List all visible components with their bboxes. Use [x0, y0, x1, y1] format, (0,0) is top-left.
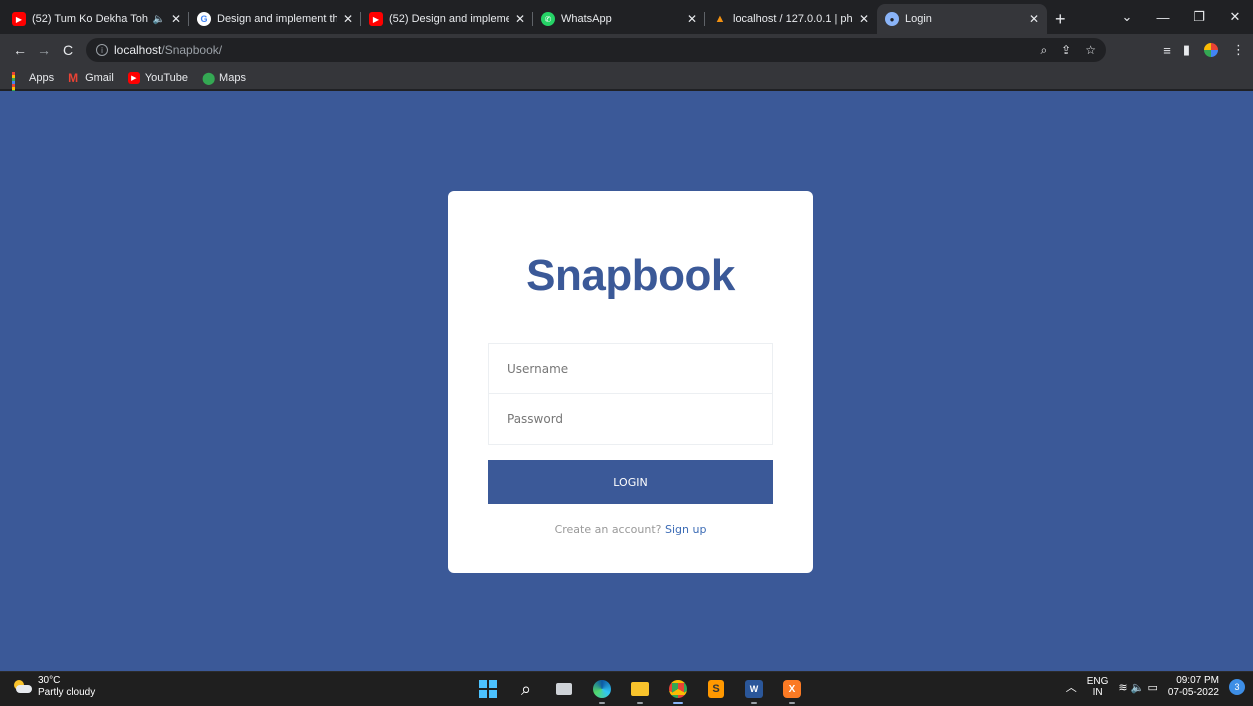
close-icon[interactable]: ✕ — [171, 12, 181, 26]
tab-title: localhost / 127.0.0.1 | phpM — [733, 13, 853, 25]
minimize-icon[interactable]: — — [1145, 10, 1181, 25]
weather-widget[interactable]: 30°C Partly cloudy — [12, 675, 95, 699]
start-button[interactable] — [476, 677, 500, 701]
url-host: localhost — [114, 43, 162, 57]
tab-youtube-song[interactable]: ▶ (52) Tum Ko Dekha Toh 🔈 ✕ — [4, 4, 189, 34]
close-icon[interactable]: ✕ — [859, 12, 869, 26]
windows-taskbar: 30°C Partly cloudy ⌕ S W X ︿ ENG IN ≋ 🔈 … — [0, 671, 1253, 706]
globe-icon: ● — [885, 12, 899, 26]
browser-toolbar: ← → C i localhost/Snapbook/ ⌕ ⇪ ☆ ≡ ▮ ⋮ — [0, 34, 1253, 66]
speaker-icon[interactable]: 🔈 — [152, 14, 164, 25]
file-explorer-icon[interactable] — [628, 677, 652, 704]
brand-title: Snapbook — [526, 251, 735, 300]
tab-title: Design and implement the — [217, 13, 337, 25]
site-info-icon[interactable]: i — [96, 44, 108, 56]
bookmarks-bar: Apps M Gmail ▶ YouTube ⬤ Maps — [0, 66, 1253, 99]
tab-google-search[interactable]: G Design and implement the ✕ — [189, 4, 361, 34]
bookmark-label: Apps — [29, 71, 55, 84]
window-controls: ⌄ — ❐ ✕ — [1109, 0, 1253, 34]
language-indicator[interactable]: ENG IN — [1087, 676, 1109, 698]
restore-icon[interactable]: ❐ — [1181, 9, 1217, 25]
temperature: 30°C — [38, 675, 61, 686]
bookmark-apps[interactable]: Apps — [12, 71, 55, 99]
reading-list-icon[interactable]: ≡ — [1163, 43, 1171, 58]
close-icon[interactable]: ✕ — [515, 12, 525, 26]
close-icon[interactable]: ✕ — [343, 12, 353, 26]
clock[interactable]: 09:07 PM 07-05-2022 — [1168, 675, 1219, 699]
login-button[interactable]: LOGIN — [488, 460, 773, 504]
youtube-icon: ▶ — [12, 12, 26, 26]
forward-icon[interactable]: → — [32, 42, 56, 58]
bookmark-maps[interactable]: ⬤ Maps — [202, 72, 246, 84]
sublime-text-icon[interactable]: S — [704, 677, 728, 701]
maps-pin-icon: ⬤ — [202, 70, 216, 85]
address-bar[interactable]: i localhost/Snapbook/ ⌕ ⇪ ☆ — [86, 38, 1106, 62]
chevron-up-icon[interactable]: ︿ — [1066, 679, 1077, 695]
tab-title: WhatsApp — [561, 13, 612, 25]
word-icon[interactable]: W — [742, 677, 766, 704]
tab-phpmyadmin[interactable]: ▲ localhost / 127.0.0.1 | phpM ✕ — [705, 4, 877, 34]
profile-avatar[interactable] — [1202, 41, 1220, 59]
edge-icon[interactable] — [590, 677, 614, 704]
xampp-icon[interactable]: X — [780, 677, 804, 704]
bookmark-label: Maps — [219, 71, 246, 84]
network-sound-battery-icons[interactable]: ≋ 🔈 ▭ — [1118, 681, 1157, 694]
tab-search-icon[interactable]: ⌄ — [1109, 9, 1145, 25]
phpmyadmin-icon: ▲ — [714, 13, 726, 25]
chrome-icon[interactable] — [666, 677, 690, 704]
url-path: /Snapbook/ — [161, 43, 223, 57]
apps-grid-icon — [12, 71, 24, 99]
signup-prompt-text: Create an account? — [554, 523, 662, 536]
new-tab-button[interactable]: + — [1055, 4, 1066, 34]
side-panel-icon[interactable]: ▮ — [1183, 42, 1190, 58]
bookmark-label: Gmail — [85, 71, 114, 84]
tab-youtube-design[interactable]: ▶ (52) Design and implement ✕ — [361, 4, 533, 34]
windows-icon — [479, 680, 497, 698]
menu-icon[interactable]: ⋮ — [1232, 42, 1245, 58]
signup-link[interactable]: Sign up — [665, 523, 706, 536]
zoom-icon[interactable]: ⌕ — [1040, 43, 1047, 58]
weather-desc: Partly cloudy — [38, 687, 96, 698]
system-tray: ︿ ENG IN ≋ 🔈 ▭ 09:07 PM 07-05-2022 3 — [1066, 675, 1245, 699]
whatsapp-icon: ✆ — [541, 12, 555, 26]
close-window-icon[interactable]: ✕ — [1217, 9, 1253, 25]
close-icon[interactable]: ✕ — [687, 12, 697, 26]
back-icon[interactable]: ← — [8, 42, 32, 58]
tab-title: Login — [905, 13, 932, 25]
toolbar-icons: ≡ ▮ ⋮ — [1163, 41, 1245, 59]
close-icon[interactable]: ✕ — [1029, 12, 1039, 26]
signup-prompt: Create an account? Sign up — [448, 523, 813, 536]
youtube-icon: ▶ — [369, 12, 383, 26]
password-input[interactable] — [488, 394, 773, 445]
username-input[interactable] — [488, 343, 773, 394]
task-view-icon[interactable] — [552, 677, 576, 701]
search-icon[interactable]: ⌕ — [514, 677, 538, 701]
google-icon: G — [197, 12, 211, 26]
clock-time: 09:07 PM — [1176, 675, 1219, 686]
share-icon[interactable]: ⇪ — [1061, 43, 1071, 58]
bookmark-label: YouTube — [144, 71, 189, 84]
login-card: Snapbook LOGIN Create an account? Sign u… — [448, 191, 813, 573]
taskbar-apps: ⌕ S W X — [476, 677, 804, 704]
tab-title: (52) Tum Ko Dekha Toh — [32, 13, 148, 25]
gmail-icon: M — [68, 70, 79, 85]
bookmark-star-icon[interactable]: ☆ — [1085, 43, 1096, 58]
lang-primary: ENG — [1086, 676, 1109, 687]
clock-date: 07-05-2022 — [1167, 687, 1219, 698]
browser-tab-strip: ▶ (52) Tum Ko Dekha Toh 🔈 ✕ G Design and… — [0, 0, 1253, 34]
tab-login[interactable]: ● Login ✕ — [877, 4, 1047, 34]
partly-cloudy-icon — [12, 680, 32, 694]
tab-whatsapp[interactable]: ✆ WhatsApp ✕ — [533, 4, 705, 34]
bookmark-gmail[interactable]: M Gmail — [68, 72, 114, 84]
tab-title: (52) Design and implement — [389, 13, 509, 25]
reload-icon[interactable]: C — [56, 42, 80, 58]
youtube-icon: ▶ — [127, 71, 140, 84]
lang-region: IN — [1092, 687, 1103, 698]
notification-badge[interactable]: 3 — [1229, 679, 1245, 695]
page-background: Snapbook LOGIN Create an account? Sign u… — [0, 91, 1253, 671]
bookmark-youtube[interactable]: ▶ YouTube — [127, 71, 189, 84]
